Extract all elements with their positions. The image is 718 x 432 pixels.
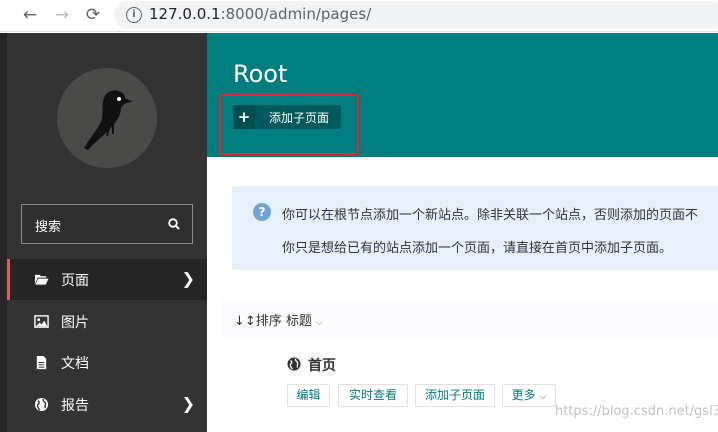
listing-header: ↓↕排序 标题 ⌵ <box>222 298 718 338</box>
view-live-button[interactable]: 实时查看 <box>338 384 408 407</box>
folder-open-icon <box>34 274 49 285</box>
url-path: :8000/admin/pages/ <box>220 5 372 23</box>
more-label: 更多 <box>511 388 536 402</box>
reload-icon[interactable]: ⟳ <box>82 4 104 26</box>
sort-button[interactable]: ↓↕排序 <box>234 310 282 329</box>
add-child-page-row-button[interactable]: 添加子页面 <box>415 384 495 407</box>
search-label: 搜索 <box>35 220 62 235</box>
watermark: https://blog.csdn.net/gsl371 <box>555 404 718 419</box>
sidebar-item-label: 图片 <box>61 315 89 331</box>
sidebar-item-label: 报告 <box>61 398 89 414</box>
url-text[interactable]: 127.0.0.1:8000/admin/pages/ <box>149 5 371 23</box>
search-icon[interactable] <box>168 218 180 230</box>
address-bar[interactable]: i 127.0.0.1:8000/admin/pages/ <box>114 1 718 29</box>
page-row-title[interactable]: 首页 <box>308 355 336 375</box>
sidebar-item-label: 文档 <box>61 356 89 372</box>
page-title: Root <box>233 60 288 88</box>
help-text-line1: 你可以在根节点添加一个新站点。除非关联一个站点，否则添加的页面不 <box>282 208 699 223</box>
document-icon <box>36 355 47 370</box>
search-box[interactable]: 搜索 <box>21 204 193 244</box>
chevron-down-icon: ⌵ <box>539 392 547 402</box>
sidebar-item-pages[interactable]: 页面 ❯ <box>7 259 207 300</box>
chevron-right-icon: ❯ <box>181 269 195 288</box>
bird-icon <box>84 90 133 150</box>
sort-label: 排序 <box>255 314 282 329</box>
chevron-down-icon: ⌵ <box>316 318 323 328</box>
globe-icon <box>287 357 301 371</box>
browser-toolbar: ← → ⟳ i 127.0.0.1:8000/admin/pages/ <box>0 0 718 32</box>
forward-icon[interactable]: → <box>51 4 73 26</box>
edit-button[interactable]: 编辑 <box>287 384 330 407</box>
globe-icon <box>34 397 49 412</box>
url-host: 127.0.0.1 <box>149 5 221 23</box>
more-button[interactable]: 更多 ⌵ <box>502 384 556 407</box>
sidebar-item-images[interactable]: 图片 <box>7 301 207 342</box>
sidebar-item-reports[interactable]: 报告 ❯ <box>7 384 207 425</box>
title-column-header[interactable]: 标题 ⌵ <box>286 310 323 329</box>
info-icon[interactable]: i <box>126 7 142 23</box>
title-column-label: 标题 <box>286 314 313 329</box>
back-icon[interactable]: ← <box>19 4 41 26</box>
chevron-right-icon: ❯ <box>181 394 195 413</box>
sort-icon: ↓↕ <box>234 314 256 329</box>
help-banner: ? 你可以在根节点添加一个新站点。除非关联一个站点，否则添加的页面不 你只是想给… <box>232 186 718 270</box>
sidebar-item-label: 页面 <box>61 273 89 289</box>
help-text-line2: 你只是想给已有的站点添加一个页面，请直接在首页中添加子页面。 <box>282 241 673 256</box>
annotation-highlight <box>219 94 359 155</box>
wagtail-logo[interactable] <box>57 68 157 168</box>
image-icon <box>34 315 49 328</box>
sidebar-edge <box>0 33 7 432</box>
help-icon: ? <box>253 203 271 221</box>
sidebar-item-documents[interactable]: 文档 <box>7 342 207 383</box>
